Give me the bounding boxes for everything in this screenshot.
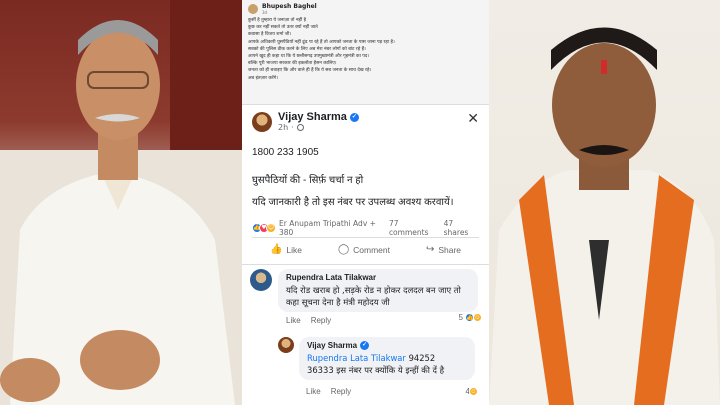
comment-like-button[interactable]: Like: [286, 316, 301, 325]
comments-count[interactable]: 77 comments: [389, 219, 439, 237]
comment-reaction-count[interactable]: 5 👍 ☺: [459, 313, 482, 322]
haha-reaction-icon: ☺: [473, 313, 482, 322]
comment-author-row: Vijay Sharma ✓: [307, 341, 467, 350]
right-photo-vijay: [489, 0, 720, 405]
post-line: घुसपैठियों की - सिर्फ़ चर्चा न हो: [252, 175, 364, 186]
comment-text: Rupendra Lata Tilakwar 94252 36333 इस नं…: [307, 352, 467, 376]
reply-actions: Like Reply 4 ☺: [306, 387, 482, 396]
reactions-bar: 👍 ♥ ☺ Er Anupam Tripathi Adv + 380 77 co…: [252, 219, 479, 237]
comment-icon: ◯: [337, 244, 350, 255]
comment-button[interactable]: ◯ Comment: [338, 244, 390, 255]
like-label: Like: [286, 244, 303, 255]
reactors-text[interactable]: Er Anupam Tripathi Adv + 380: [279, 219, 389, 237]
like-button[interactable]: 👍 Like: [270, 244, 302, 255]
comments-section: Rupendra Lata Tilakwar यदि रोड खराब हो ,…: [242, 264, 489, 405]
left-photo-bhupesh: [0, 0, 242, 405]
post-actions: 👍 Like ◯ Comment ↪ Share: [252, 237, 479, 255]
comment-label: Comment: [353, 244, 390, 255]
comment-item: Rupendra Lata Tilakwar यदि रोड खराब हो ,…: [250, 269, 486, 325]
post-line: बल्कि पूरी भाजपा सरकार की इकलौता हैसन का…: [248, 61, 337, 67]
avatar[interactable]: [252, 111, 272, 132]
post-time[interactable]: 2h: [278, 123, 288, 132]
comment-text: यदि रोड खराब हो ,सड़के रोड न होकर दलदल ब…: [286, 285, 461, 307]
post-author[interactable]: Bhupesh Baghel: [262, 3, 317, 10]
comment-reply-button[interactable]: Reply: [311, 316, 331, 325]
close-icon[interactable]: ✕: [467, 111, 479, 127]
left-person-image: [0, 0, 242, 405]
verified-badge-icon: ✓: [360, 341, 370, 350]
thumbs-up-icon: 👍: [269, 244, 283, 255]
comment-reply-button[interactable]: Reply: [331, 387, 351, 396]
avatar[interactable]: [278, 337, 294, 353]
globe-icon: [296, 124, 304, 131]
bhupesh-post: Bhupesh Baghel 3d कुर्सी है तुम्हारा ये …: [242, 0, 489, 104]
phone-number: 1800 233 1905: [252, 147, 319, 158]
post-time[interactable]: 3d: [262, 10, 317, 15]
share-label: Share: [438, 244, 462, 255]
right-person-image: [489, 27, 720, 405]
comment-bubble: Rupendra Lata Tilakwar यदि रोड खराब हो ,…: [278, 269, 478, 312]
post-line: कुर्सी है तुम्हारा ये जनाज़ा तो नहीं है: [248, 18, 307, 23]
reply-item: Vijay Sharma ✓ Rupendra Lata Tilakwar 94…: [278, 337, 475, 380]
comment-reaction-count[interactable]: 4 ☺: [466, 387, 478, 396]
verified-badge-icon: ✓: [349, 112, 359, 122]
post-author-row: Vijay Sharma ✓: [278, 111, 359, 123]
post-line: अब इंतज़ार करेंगे।: [248, 75, 279, 81]
share-button[interactable]: ↪ Share: [426, 244, 461, 255]
facebook-screenshot: Bhupesh Baghel 3d कुर्सी है तुम्हारा ये …: [242, 0, 489, 405]
post-line: जनता को ही बचाइए कि और वाले ही हैं कि ये…: [248, 68, 372, 74]
comment-text-part: 36333 इस नंबर पर क्योंकि ये इन्हीं की दे…: [307, 365, 445, 375]
post-body: कुर्सी है तुम्हारा ये जनाज़ा तो नहीं है …: [248, 17, 483, 82]
haha-reaction-icon: ☺: [266, 223, 276, 233]
post-author[interactable]: Vijay Sharma: [278, 111, 347, 123]
haha-reaction-icon: ☺: [469, 387, 478, 396]
mentioned-user[interactable]: Rupendra Lata Tilakwar: [307, 353, 406, 363]
post-line: आपने खुद ही कहा था कि ये छत्तीसगढ़ उपमुख…: [248, 54, 370, 60]
post-line: यदि जानकारी है तो इस नंबर पर उपलब्ध अवश्…: [252, 197, 454, 208]
reaction-count-value: 5: [458, 313, 463, 322]
post-line: सबको की पुलिस ठीक करने के लिए अब मेरा नं…: [248, 46, 366, 52]
post-body: 1800 233 1905 घुसपैठियों की - सिर्फ़ चर्…: [252, 146, 479, 210]
comment-author[interactable]: Vijay Sharma: [307, 341, 357, 350]
comment-bubble: Vijay Sharma ✓ Rupendra Lata Tilakwar 94…: [299, 337, 475, 380]
comment-text-part: 94252: [408, 353, 436, 363]
avatar[interactable]: [248, 4, 258, 14]
vijay-post: Vijay Sharma ✓ 2h · ✕ 1800 233 1905 घुसप…: [242, 104, 489, 264]
post-line: आपके अधिकारी घुसपैठियों नहीं ढूंढ पा रहे…: [248, 39, 395, 45]
post-line: कुछ कर नहीं सकते तो उतर क्यों नहीं जाते: [248, 25, 318, 31]
comment-author[interactable]: Rupendra Lata Tilakwar: [286, 273, 470, 282]
shares-count[interactable]: 47 shares: [444, 219, 479, 237]
share-icon: ↪: [425, 244, 435, 255]
avatar[interactable]: [250, 269, 272, 291]
post-line: कवासा है विजय शर्मा जी।: [248, 32, 292, 38]
comment-like-button[interactable]: Like: [306, 387, 321, 396]
